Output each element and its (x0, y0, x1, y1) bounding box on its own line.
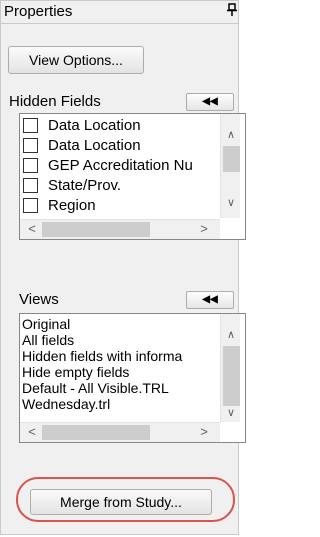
merge-from-study-button[interactable]: Merge from Study... (30, 489, 212, 515)
hidden-fields-horizontal-scrollbar[interactable]: < > (20, 219, 220, 239)
view-item[interactable]: All fields (22, 332, 74, 348)
scroll-up-icon[interactable]: ∧ (221, 128, 241, 142)
hidden-field-label: Data Location (48, 137, 141, 154)
view-options-button[interactable]: View Options... (8, 46, 144, 74)
hidden-fields-vertical-scrollbar[interactable]: ∧ ∨ (220, 114, 240, 218)
scroll-up-icon[interactable]: ∧ (221, 328, 241, 342)
hidden-fields-list[interactable]: Data Location Data Location GEP Accredit… (19, 113, 246, 240)
views-horizontal-scrollbar[interactable]: < > (20, 422, 220, 442)
hidden-field-label: GEP Accreditation Nu (48, 157, 193, 174)
hidden-field-label: Data Location (48, 117, 141, 134)
views-collapse-button[interactable]: ◀◀ (186, 291, 234, 309)
scroll-thumb[interactable] (42, 425, 150, 440)
scroll-down-icon[interactable]: ∨ (221, 406, 241, 420)
scroll-right-icon[interactable]: > (196, 423, 212, 441)
panel-titlebar: Properties (1, 1, 238, 24)
view-item[interactable]: Wednesday.trl (22, 396, 110, 412)
scroll-thumb[interactable] (223, 146, 240, 172)
view-item[interactable]: Hide empty fields (22, 364, 129, 380)
views-label: Views (19, 291, 59, 308)
hidden-field-label: State/Prov. (48, 177, 122, 194)
scroll-left-icon[interactable]: < (24, 220, 40, 238)
panel-title: Properties (4, 3, 73, 20)
hidden-field-checkbox[interactable] (23, 118, 38, 133)
view-item[interactable]: Original (22, 316, 70, 332)
properties-panel: Properties View Options... Hidden Fields… (0, 0, 246, 535)
hidden-field-checkbox[interactable] (23, 178, 38, 193)
views-list[interactable]: Original All fields Hidden fields with i… (19, 313, 246, 443)
scroll-thumb[interactable] (223, 346, 240, 406)
hidden-field-label: Region (48, 197, 96, 214)
scroll-right-icon[interactable]: > (196, 220, 212, 238)
scroll-down-icon[interactable]: ∨ (221, 196, 241, 210)
hidden-fields-label: Hidden Fields (9, 93, 101, 110)
hidden-field-checkbox[interactable] (23, 138, 38, 153)
pin-icon[interactable] (226, 3, 238, 19)
scroll-left-icon[interactable]: < (24, 423, 40, 441)
hidden-field-checkbox[interactable] (23, 158, 38, 173)
view-item[interactable]: Hidden fields with informa (22, 348, 182, 364)
scroll-thumb[interactable] (42, 222, 150, 237)
views-vertical-scrollbar[interactable]: ∧ ∨ (220, 314, 240, 422)
hidden-fields-collapse-button[interactable]: ◀◀ (186, 93, 234, 111)
view-item[interactable]: Default - All Visible.TRL (22, 380, 169, 396)
hidden-field-checkbox[interactable] (23, 198, 38, 213)
